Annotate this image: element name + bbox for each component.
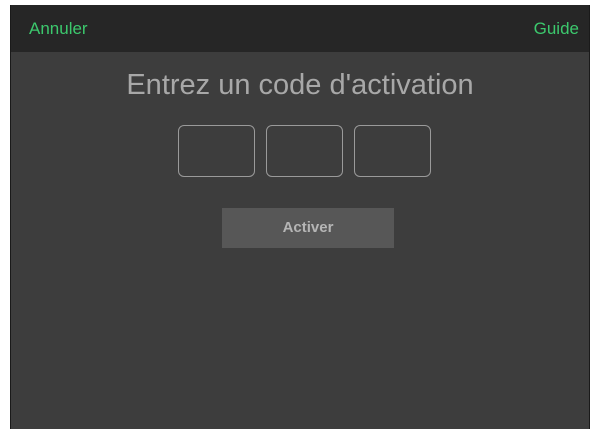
code-field-3[interactable] [354,125,431,177]
activation-screen: Annuler Guide Entrez un code d'activatio… [10,5,590,429]
guide-button[interactable]: Guide [534,19,579,39]
cancel-button[interactable]: Annuler [29,19,88,39]
activate-button[interactable]: Activer [222,208,394,248]
activation-code-fields [178,125,434,179]
navigation-bar: Annuler Guide [11,5,589,52]
page-title: Entrez un code d'activation [126,69,474,101]
code-field-1[interactable] [178,125,255,177]
code-field-2[interactable] [266,125,343,177]
